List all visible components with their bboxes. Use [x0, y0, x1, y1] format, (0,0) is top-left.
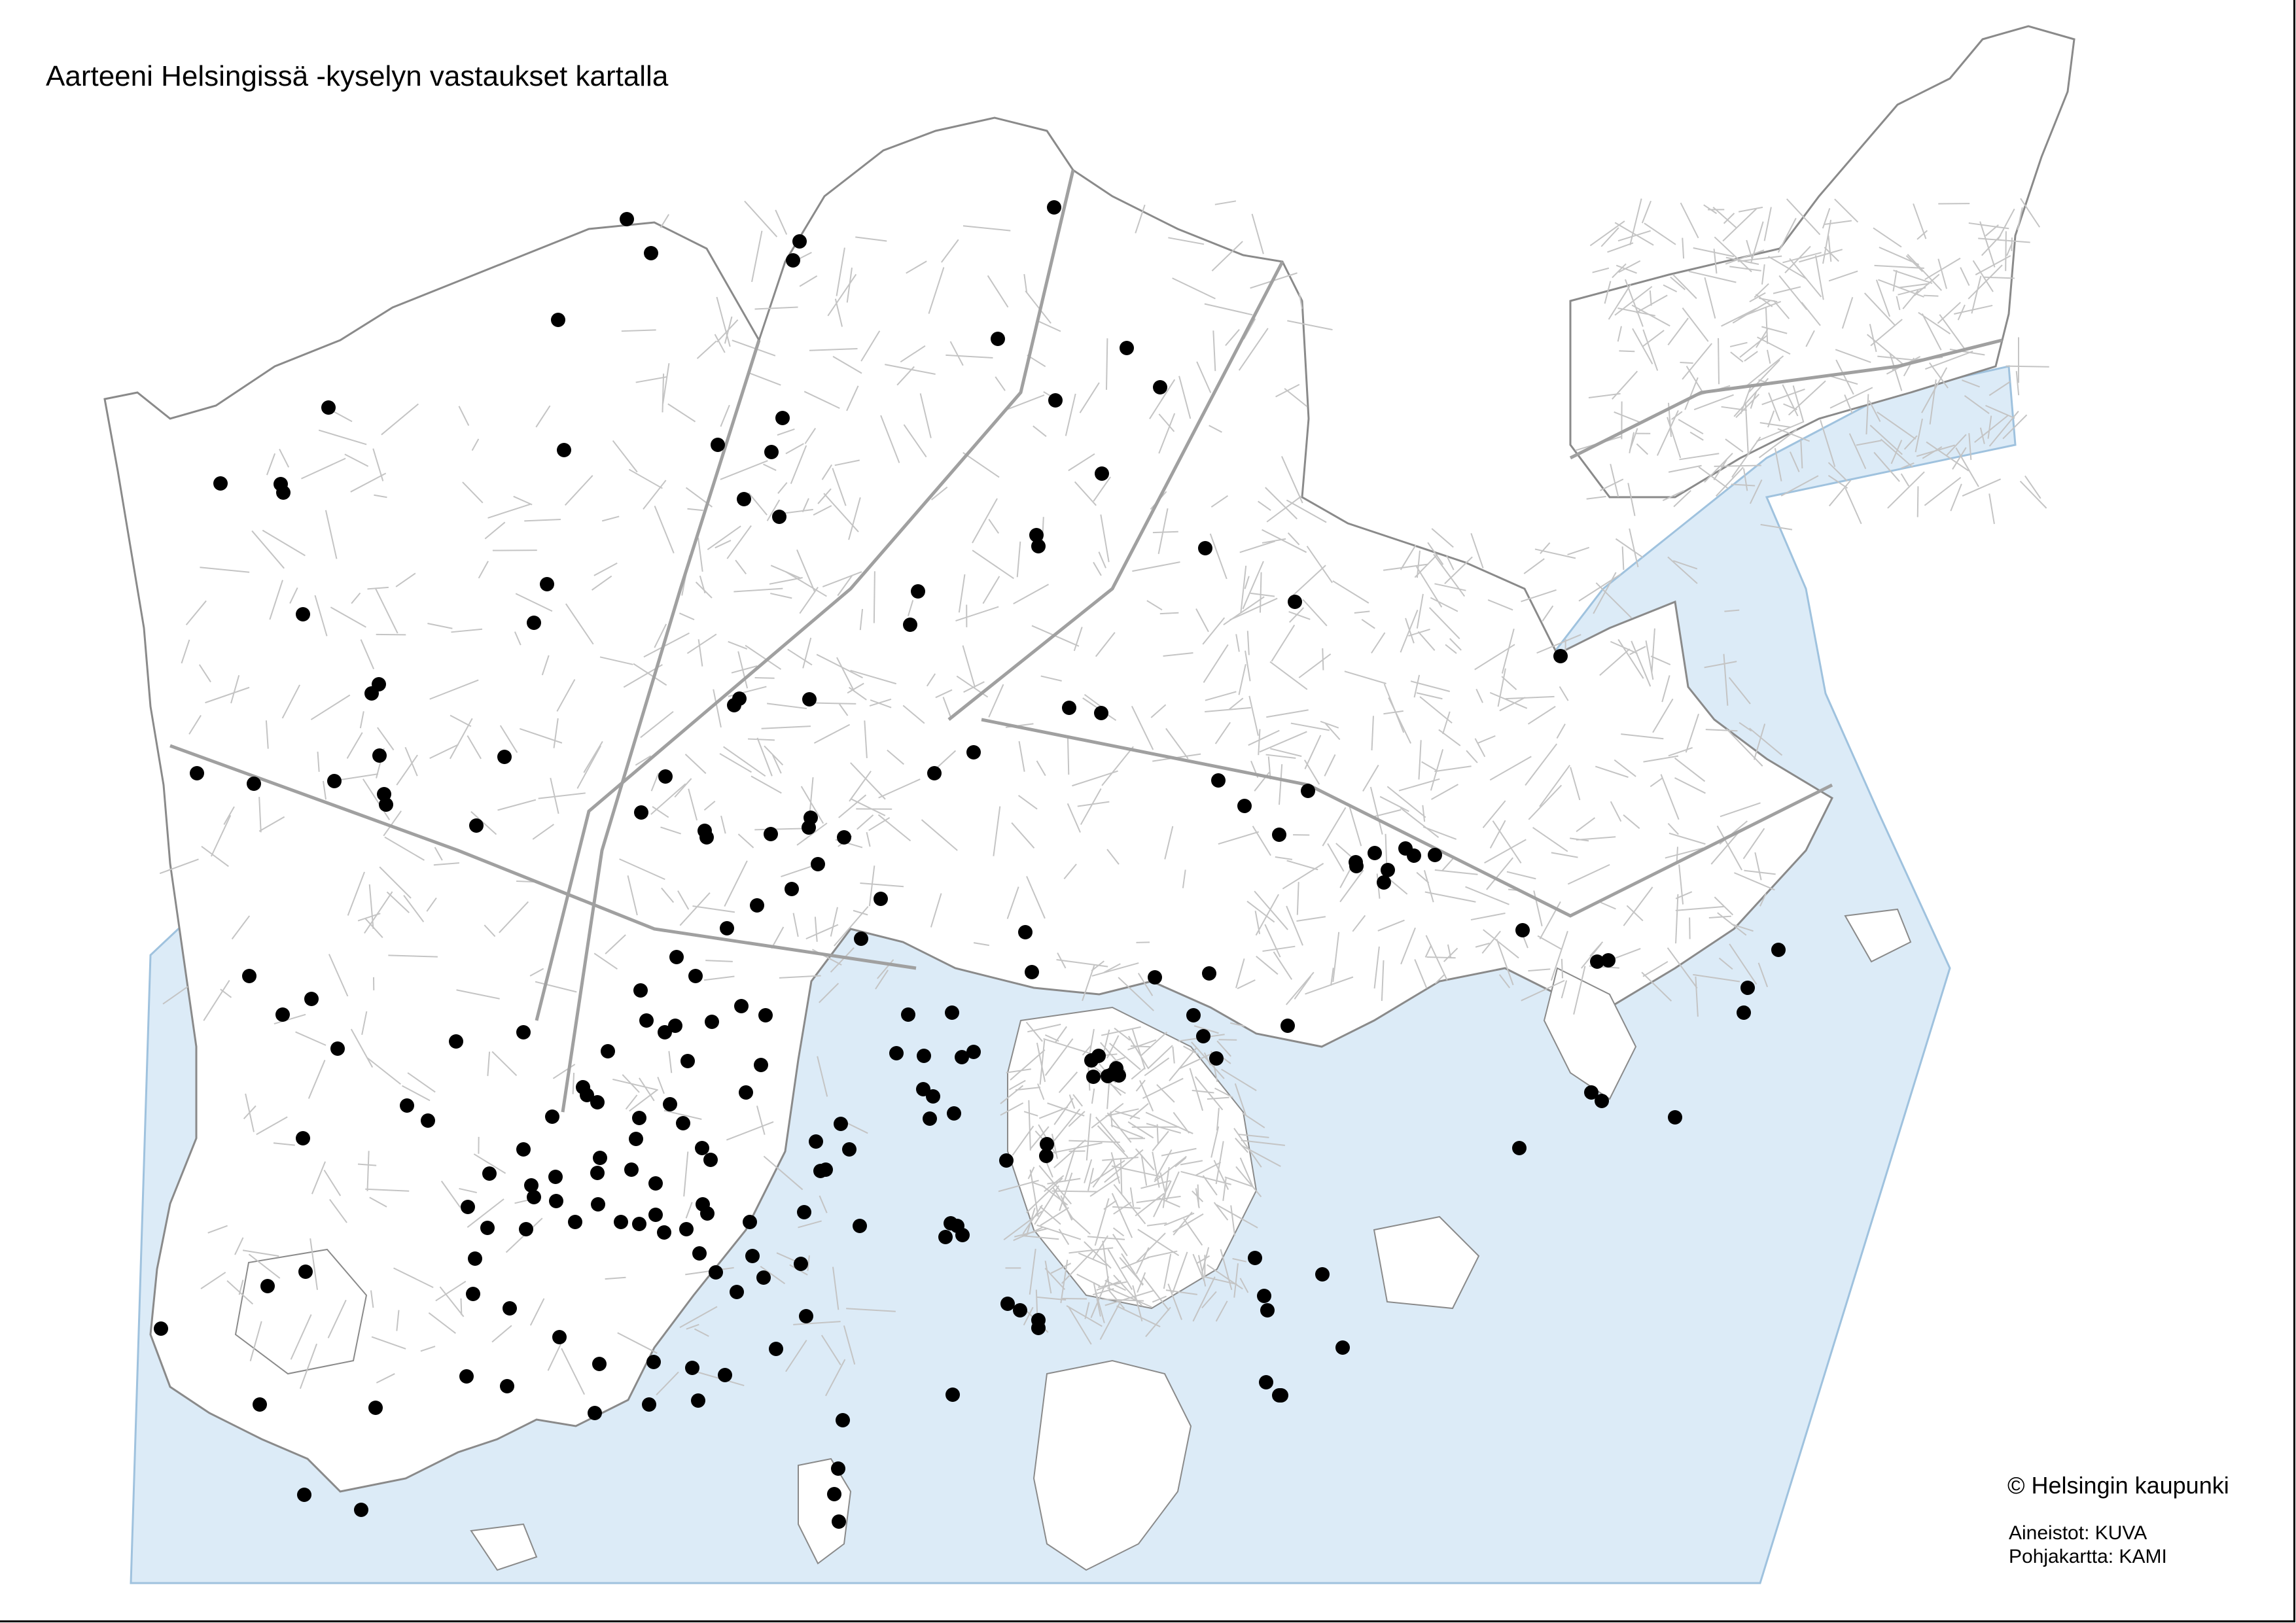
map-page: Aarteeni Helsingissä -kyselyn vastaukset…: [0, 0, 2296, 1623]
page-frame: [0, 0, 2295, 1622]
